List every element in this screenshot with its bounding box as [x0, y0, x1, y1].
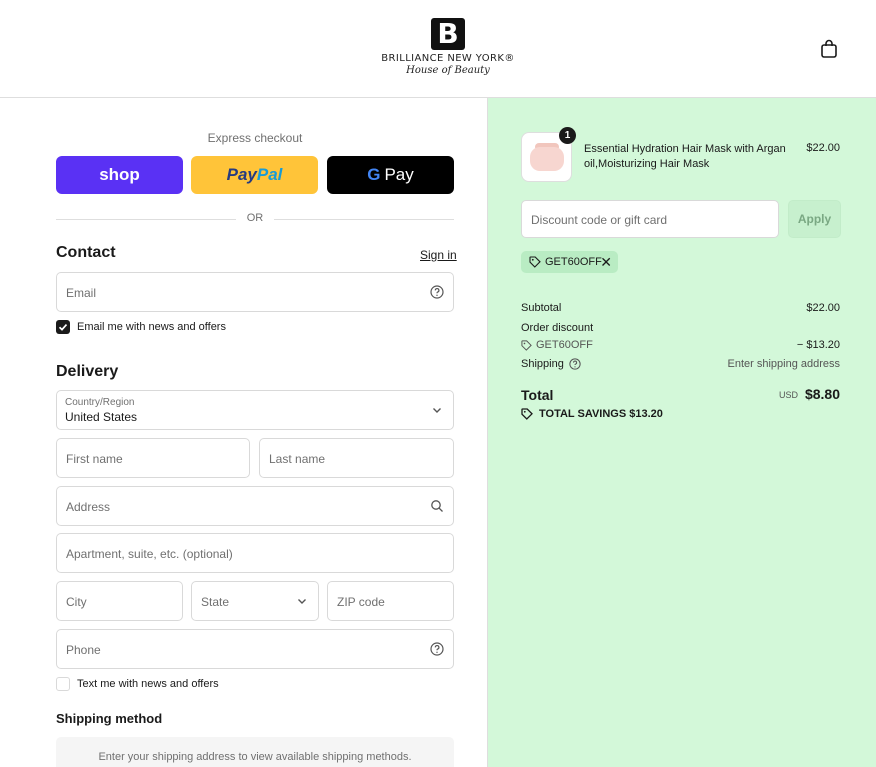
delivery-heading: Delivery [56, 363, 119, 380]
paypal-label-1: Pay [226, 165, 257, 184]
email-field[interactable]: Email [56, 272, 454, 312]
discount-code-line: GET60OFF [521, 339, 593, 351]
first-name-field[interactable]: First name [56, 438, 250, 478]
discount-code-text: GET60OFF [536, 339, 593, 351]
discount-placeholder: Discount code or gift card [531, 213, 668, 227]
help-circle-icon[interactable] [430, 642, 444, 656]
country-select[interactable]: Country/Region United States [56, 390, 454, 430]
contact-heading: Contact [56, 244, 116, 261]
site-header: B BRILLIANCE NEW YORK® House of Beauty [0, 0, 876, 98]
apartment-field[interactable]: Apartment, suite, etc. (optional) [56, 533, 454, 573]
product-name: Essential Hydration Hair Mask with Argan… [584, 143, 786, 170]
total-savings: TOTAL SAVINGS $13.20 [521, 408, 663, 420]
apply-discount-button[interactable]: Apply [788, 200, 841, 238]
last-name-placeholder: Last name [269, 452, 326, 466]
chevron-down-icon [298, 599, 306, 604]
chevron-down-icon [433, 408, 441, 413]
order-discount-label: Order discount [521, 322, 594, 334]
total-value: $8.80 [804, 386, 840, 402]
phone-placeholder: Phone [66, 643, 101, 657]
shipping-label: Shipping [521, 358, 564, 370]
first-name-placeholder: First name [66, 452, 123, 466]
or-text: OR [246, 212, 264, 224]
address-placeholder: Address [66, 500, 111, 514]
paypal-label-2: Pal [256, 165, 283, 184]
savings-label: TOTAL SAVINGS [539, 408, 627, 420]
checkout-form: Express checkout shop Pay Pal G Pay OR Co… [0, 98, 487, 767]
checkmark-icon [58, 324, 68, 331]
shipping-value: Enter shipping address [727, 358, 840, 370]
country-value: United States [65, 410, 138, 424]
savings-value: $13.20 [629, 408, 663, 420]
remove-discount-icon[interactable]: ✕ [600, 253, 612, 271]
shipping-method-placeholder: Enter your shipping address to view avai… [56, 737, 454, 767]
divider-line [274, 219, 454, 220]
product-price: $22.00 [806, 142, 840, 154]
state-placeholder: State [201, 595, 230, 609]
google-pay-button[interactable]: G Pay [327, 156, 454, 194]
shop-pay-button[interactable]: shop [56, 156, 183, 194]
discount-value: − $13.20 [796, 339, 840, 351]
shopping-bag-icon[interactable] [818, 38, 840, 60]
store-logo[interactable]: B BRILLIANCE NEW YORK® House of Beauty [372, 18, 524, 77]
tag-icon [521, 339, 532, 351]
zip-code-placeholder: ZIP code [337, 595, 385, 609]
express-checkout-label: Express checkout [207, 131, 303, 145]
address-field[interactable]: Address [56, 486, 454, 526]
shipping-method-message: Enter your shipping address to view avai… [98, 751, 412, 763]
shipping-line: Shipping [521, 358, 581, 370]
email-placeholder: Email [66, 286, 97, 300]
logo-tagline: House of Beauty [406, 65, 490, 76]
shipping-method-heading: Shipping method [56, 711, 163, 726]
city-placeholder: City [66, 595, 87, 609]
applied-discount-tag: GET60OFF ✕ [521, 251, 618, 273]
city-field[interactable]: City [56, 581, 183, 621]
total-currency: USD [778, 390, 798, 400]
state-select[interactable]: State [191, 581, 319, 621]
total-label: Total [521, 387, 554, 403]
last-name-field[interactable]: Last name [259, 438, 454, 478]
sms-label: Text me with news and offers [77, 678, 219, 690]
quantity-badge: 1 [559, 127, 576, 144]
google-pay-label: Pay [384, 165, 414, 184]
or-divider: OR [56, 212, 454, 226]
sign-in-link[interactable]: Sign in [420, 248, 457, 262]
apartment-placeholder: Apartment, suite, etc. (optional) [66, 547, 233, 561]
tag-icon [529, 256, 541, 268]
applied-code-text: GET60OFF [545, 256, 602, 268]
order-summary: 1 Essential Hydration Hair Mask with Arg… [487, 98, 876, 767]
zip-code-field[interactable]: ZIP code [327, 581, 454, 621]
discount-code-input[interactable]: Discount code or gift card [521, 200, 779, 238]
google-g-icon: G [367, 165, 381, 184]
help-circle-icon[interactable] [430, 285, 444, 299]
phone-field[interactable]: Phone [56, 629, 454, 669]
subtotal-label: Subtotal [521, 302, 562, 314]
paypal-button[interactable]: Pay Pal [191, 156, 318, 194]
help-circle-icon[interactable] [569, 358, 581, 370]
subtotal-value: $22.00 [806, 302, 840, 314]
sms-checkbox[interactable] [56, 677, 70, 691]
tag-icon [521, 408, 533, 420]
logo-brand-name: BRILLIANCE NEW YORK® [381, 53, 515, 64]
newsletter-checkbox[interactable] [56, 320, 70, 334]
logo-mark: B [431, 18, 465, 50]
product-image-jar [530, 147, 564, 171]
newsletter-label: Email me with news and offers [77, 321, 226, 333]
country-label: Country/Region [65, 397, 135, 408]
shop-pay-label: shop [99, 165, 140, 184]
search-icon [431, 500, 443, 512]
